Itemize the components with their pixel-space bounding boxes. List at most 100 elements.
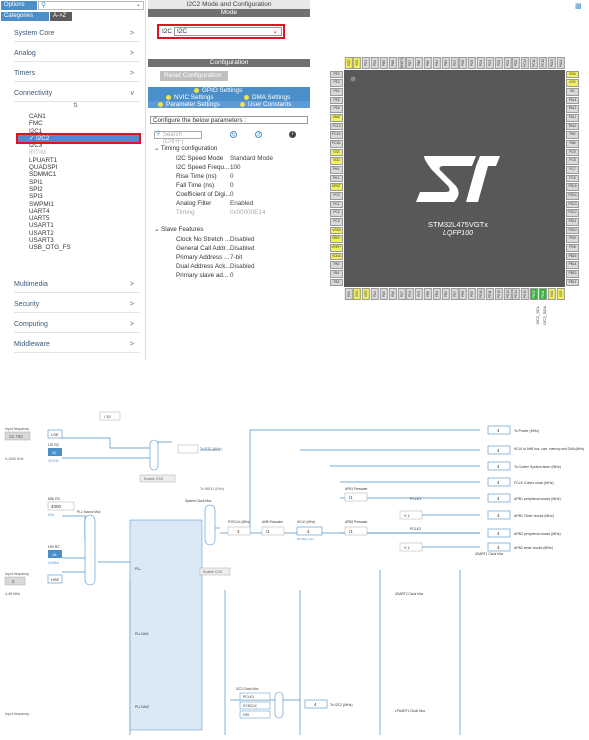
pin-ph0-[interactable]: PH0- <box>330 165 343 174</box>
pin-pb12[interactable]: PB12 <box>566 278 579 287</box>
pin-vdd[interactable]: VDD <box>344 57 353 69</box>
list-item[interactable]: SWPMI1 <box>29 201 139 208</box>
rtc-clock-mux[interactable] <box>149 439 159 471</box>
tab-gpio-settings[interactable]: GPIO Settings <box>194 87 242 94</box>
pin-pd13[interactable]: PD13 <box>566 200 579 209</box>
pin-pa12[interactable]: PA12 <box>566 105 579 113</box>
pin-pe10[interactable]: PE10 <box>477 288 485 300</box>
system-clock-mux[interactable] <box>204 504 216 546</box>
pin-vdd[interactable]: VDD <box>362 288 370 300</box>
pin-vss[interactable]: VSS <box>353 57 362 69</box>
list-item-selected[interactable]: ✓ I2C2 <box>16 132 141 145</box>
pin-pd1[interactable]: PD1 <box>503 57 512 69</box>
pin-pe3[interactable]: PE3 <box>330 79 343 87</box>
category-computing[interactable]: Computing > <box>14 317 140 333</box>
category-middleware[interactable]: Middleware > <box>14 337 140 353</box>
list-item[interactable]: IRTIM <box>29 149 139 156</box>
pin-pa9[interactable]: PA9 <box>566 131 579 139</box>
pin-pd9[interactable]: PD9 <box>566 235 579 244</box>
pin-pe6[interactable]: PE6 <box>330 105 343 113</box>
collapse-icon[interactable]: ↺ <box>255 131 262 138</box>
list-item[interactable]: SPI1 <box>29 179 139 186</box>
zoom-fit-icon[interactable]: ▩ <box>575 2 585 10</box>
param-row[interactable]: Primary Address ... 7-bit <box>148 253 308 262</box>
list-item[interactable]: SPI2 <box>29 186 139 193</box>
category-connectivity[interactable]: Connectivity v <box>14 86 140 102</box>
group-timing[interactable]: ⌄ Timing configuration <box>154 145 217 152</box>
options-button[interactable]: Options <box>1 1 37 10</box>
list-item[interactable]: UART4 <box>29 208 139 215</box>
pin-boot0[interactable]: BOOT0 <box>397 57 406 69</box>
pin-pb9[interactable]: PB9 <box>379 57 388 69</box>
pin-nrst[interactable]: NRST <box>330 183 343 191</box>
chevron-down-icon[interactable]: ⌄ <box>136 1 141 8</box>
pin-pb15[interactable]: PB15 <box>566 252 579 261</box>
list-item[interactable]: I2C1 <box>29 128 139 135</box>
list-item[interactable]: UART5 <box>29 215 139 222</box>
list-item[interactable]: FMC <box>29 120 139 127</box>
pin-pd14[interactable]: PD14 <box>566 192 579 200</box>
pin-pb1[interactable]: PB1 <box>432 288 441 300</box>
pin-pa7[interactable]: PA7 <box>397 288 406 300</box>
pin-pe14[interactable]: PE14 <box>512 288 521 300</box>
pin-pc1[interactable]: PC1 <box>330 200 343 209</box>
pin-pd5[interactable]: PD5 <box>468 57 477 69</box>
pin-pd4[interactable]: PD4 <box>477 57 485 69</box>
pin-pc0[interactable]: PC0 <box>330 192 343 200</box>
pin-pa15[interactable]: PA15 <box>547 57 556 69</box>
pin-pd7[interactable]: PD7 <box>450 57 459 69</box>
category-security[interactable]: Security > <box>14 297 140 313</box>
list-item[interactable]: QUADSPI <box>29 164 139 171</box>
param-row[interactable]: I2C Speed Mode Standard Mode <box>148 154 308 163</box>
pin-vss[interactable]: VSS <box>566 79 579 87</box>
param-search-input[interactable]: ⚲ Search (Crtl+F) <box>154 131 202 145</box>
hse-freq-input[interactable] <box>4 576 26 586</box>
pin-pa3[interactable]: PA3 <box>344 288 353 300</box>
pin-pc15-[interactable]: PC15- <box>330 139 343 148</box>
list-item[interactable]: USART3 <box>29 237 139 244</box>
pin-pe13[interactable]: PE13 <box>503 288 512 300</box>
pin-pc6[interactable]: PC6 <box>566 174 579 183</box>
pin-vdd[interactable]: VDD <box>566 70 579 79</box>
pin-pe1[interactable]: PE1 <box>362 57 370 69</box>
pin-pc8[interactable]: PC8 <box>566 157 579 165</box>
pin-pd2[interactable]: PD2 <box>494 57 503 69</box>
pin-pc12[interactable]: PC12 <box>521 57 530 69</box>
pin-pc10[interactable]: PC10 <box>538 57 547 69</box>
param-row[interactable]: Analog Filter Enabled <box>148 199 308 208</box>
pin-pe4[interactable]: PE4 <box>330 87 343 96</box>
pin-pb0[interactable]: PB0 <box>424 288 432 300</box>
pin-vssa[interactable]: VSSA <box>330 226 343 235</box>
clock-configuration-view[interactable]: Input frequency 0-1000 KHz Input frequen… <box>0 390 589 740</box>
pin-pb7[interactable]: PB7 <box>406 57 415 69</box>
pin-ph1-[interactable]: PH1- <box>330 174 343 183</box>
pin-vbat[interactable]: VBAT <box>330 113 343 122</box>
tab-parameter-settings[interactable]: Parameter Settings <box>158 101 220 108</box>
pin-pa4[interactable]: PA4 <box>371 288 379 300</box>
pin-pd10[interactable]: PD10 <box>566 226 579 235</box>
list-item[interactable]: USART2 <box>29 230 139 237</box>
pin-pa11[interactable]: PA11 <box>566 113 579 122</box>
pin-pd12[interactable]: PD12 <box>566 209 579 218</box>
list-item[interactable]: SPI3 <box>29 193 139 200</box>
pin-pd0[interactable]: PD0 <box>512 57 521 69</box>
pin-pe5[interactable]: PE5 <box>330 96 343 105</box>
pin-pb4[interactable]: PB4 <box>432 57 441 69</box>
pin-pc5[interactable]: PC5 <box>415 288 424 300</box>
pin-pd15[interactable]: PD15 <box>566 183 579 191</box>
pin-pb13[interactable]: PB13 <box>566 270 579 278</box>
list-item[interactable]: LPUART1 <box>29 157 139 164</box>
reset-configuration-button[interactable]: Reset Configuration <box>160 71 228 81</box>
pin-pd3[interactable]: PD3 <box>485 57 494 69</box>
param-row[interactable]: I2C Speed Frequ... 100 <box>148 163 308 172</box>
pin-pe2[interactable]: PE2 <box>330 70 343 79</box>
pin-pc14-[interactable]: PC14- <box>330 131 343 139</box>
i2c-mode-select[interactable]: I2C ⌄ <box>174 27 282 36</box>
tab-nvic-settings[interactable]: NVIC Settings <box>166 94 214 101</box>
pin-pc3[interactable]: PC3 <box>330 218 343 226</box>
pin-pb8[interactable]: PB8 <box>388 57 397 69</box>
pin-pe7[interactable]: PE7 <box>450 288 459 300</box>
sidebar-search-input[interactable]: ⚲ ⌄ <box>38 1 144 10</box>
list-item[interactable]: I2C3 <box>29 142 139 149</box>
pin-pd11[interactable]: PD11 <box>566 218 579 226</box>
